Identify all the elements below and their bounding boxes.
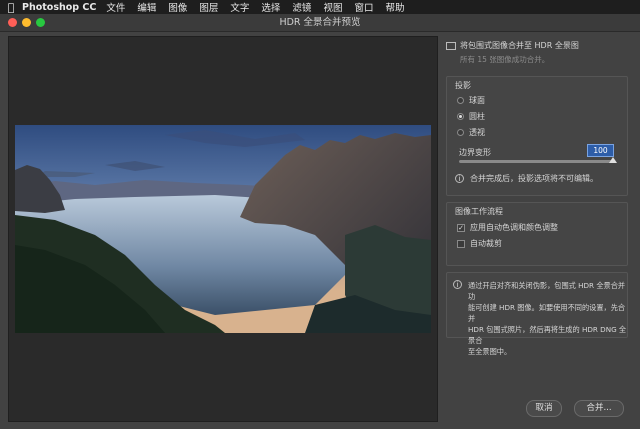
cancel-button[interactable]: 取消 — [526, 400, 562, 417]
window-title: HDR 全景合并预览 — [279, 17, 361, 28]
info-line: 至全景图中。 — [468, 347, 512, 356]
projection-note-text: 合并完成后，投影选项将不可编辑。 — [470, 174, 598, 183]
menu-bar:  Photoshop CC 文件 编辑 图像 图层 文字 选择 滤镜 视图 窗… — [0, 0, 640, 14]
radio-perspective-dot[interactable] — [457, 129, 464, 136]
projection-note: i 合并完成后，投影选项将不可编辑。 — [455, 173, 623, 184]
radio-perspective[interactable]: 透视 — [457, 127, 485, 138]
radio-cylindrical-label: 圆柱 — [469, 112, 485, 121]
hdr-panorama-dialog: HDR 全景合并预览 将包围式图像合并至 HDR 全景图 所有 15 张图像成功… — [0, 14, 640, 429]
menu-edit[interactable]: 编辑 — [137, 0, 156, 14]
menu-help[interactable]: 帮助 — [385, 0, 404, 14]
apple-icon[interactable]:  — [0, 1, 22, 14]
merge-button[interactable]: 合并... — [574, 400, 624, 417]
menu-file[interactable]: 文件 — [106, 0, 125, 14]
close-button[interactable] — [8, 18, 17, 27]
boundary-warp-slider-thumb[interactable] — [609, 157, 617, 163]
radio-cylindrical[interactable]: 圆柱 — [457, 111, 485, 122]
workflow-group: 图像工作流程 ✓ 应用自动色调和颜色调整 自动裁剪 — [446, 202, 628, 266]
projection-label: 投影 — [455, 81, 471, 90]
info-note: i 通过开启对齐和关闭伪影，包围式 HDR 全景合并功 能可创建 HDR 图像。… — [453, 280, 627, 357]
menu-select[interactable]: 选择 — [261, 0, 280, 14]
radio-spherical-dot[interactable] — [457, 97, 464, 104]
preview-area — [8, 36, 438, 422]
merge-header: 将包围式图像合并至 HDR 全景图 — [446, 40, 579, 51]
app-menu[interactable]: Photoshop CC — [22, 2, 96, 13]
auto-crop-checkbox[interactable] — [457, 239, 465, 248]
radio-spherical-label: 球面 — [469, 96, 485, 105]
radio-perspective-label: 透视 — [469, 128, 485, 137]
info-line: 能可创建 HDR 图像。如要使用不同的设置，先合并 — [468, 303, 626, 323]
radio-cylindrical-dot[interactable] — [457, 113, 464, 120]
panorama-icon — [446, 41, 456, 50]
merge-title: 将包围式图像合并至 HDR 全景图 — [460, 41, 579, 50]
boundary-warp-slider-track[interactable] — [459, 160, 613, 163]
auto-tone-label: 应用自动色调和颜色调整 — [470, 223, 558, 232]
auto-crop-option[interactable]: 自动裁剪 — [457, 238, 502, 249]
auto-tone-option[interactable]: ✓ 应用自动色调和颜色调整 — [457, 222, 558, 233]
radio-spherical[interactable]: 球面 — [457, 95, 485, 106]
menu-window[interactable]: 窗口 — [354, 0, 373, 14]
window-controls — [8, 18, 45, 27]
minimize-button[interactable] — [22, 18, 31, 27]
zoom-button[interactable] — [36, 18, 45, 27]
info-line: 通过开启对齐和关闭伪影，包围式 HDR 全景合并功 — [468, 281, 626, 301]
info-icon: i — [455, 174, 464, 183]
menu-layer[interactable]: 图层 — [199, 0, 218, 14]
menu-filter[interactable]: 滤镜 — [292, 0, 311, 14]
auto-tone-checkbox[interactable]: ✓ — [457, 223, 465, 232]
panorama-preview-image — [15, 125, 431, 333]
info-group: i 通过开启对齐和关闭伪影，包围式 HDR 全景合并功 能可创建 HDR 图像。… — [446, 272, 628, 356]
boundary-warp-input[interactable]: 100 — [587, 144, 614, 157]
menu-view[interactable]: 视图 — [323, 0, 342, 14]
menu-image[interactable]: 图像 — [168, 0, 187, 14]
info-line: HDR 包围式照片，然后再将生成的 HDR DNG 全景合 — [468, 325, 627, 345]
info-icon: i — [453, 280, 462, 289]
info-note-text: 通过开启对齐和关闭伪影，包围式 HDR 全景合并功 能可创建 HDR 图像。如要… — [468, 280, 627, 357]
workflow-label: 图像工作流程 — [455, 207, 503, 216]
boundary-warp-label: 边界变形 — [459, 148, 491, 157]
merge-status: 所有 15 张图像成功合并。 — [460, 55, 550, 64]
projection-group: 投影 球面 圆柱 透视 边界变形 100 i 合并完成后，投影选项将不可编辑。 — [446, 76, 628, 196]
auto-crop-label: 自动裁剪 — [470, 239, 502, 248]
menu-type[interactable]: 文字 — [230, 0, 249, 14]
boundary-warp-slider-fill — [459, 160, 613, 163]
title-bar: HDR 全景合并预览 — [0, 14, 640, 32]
